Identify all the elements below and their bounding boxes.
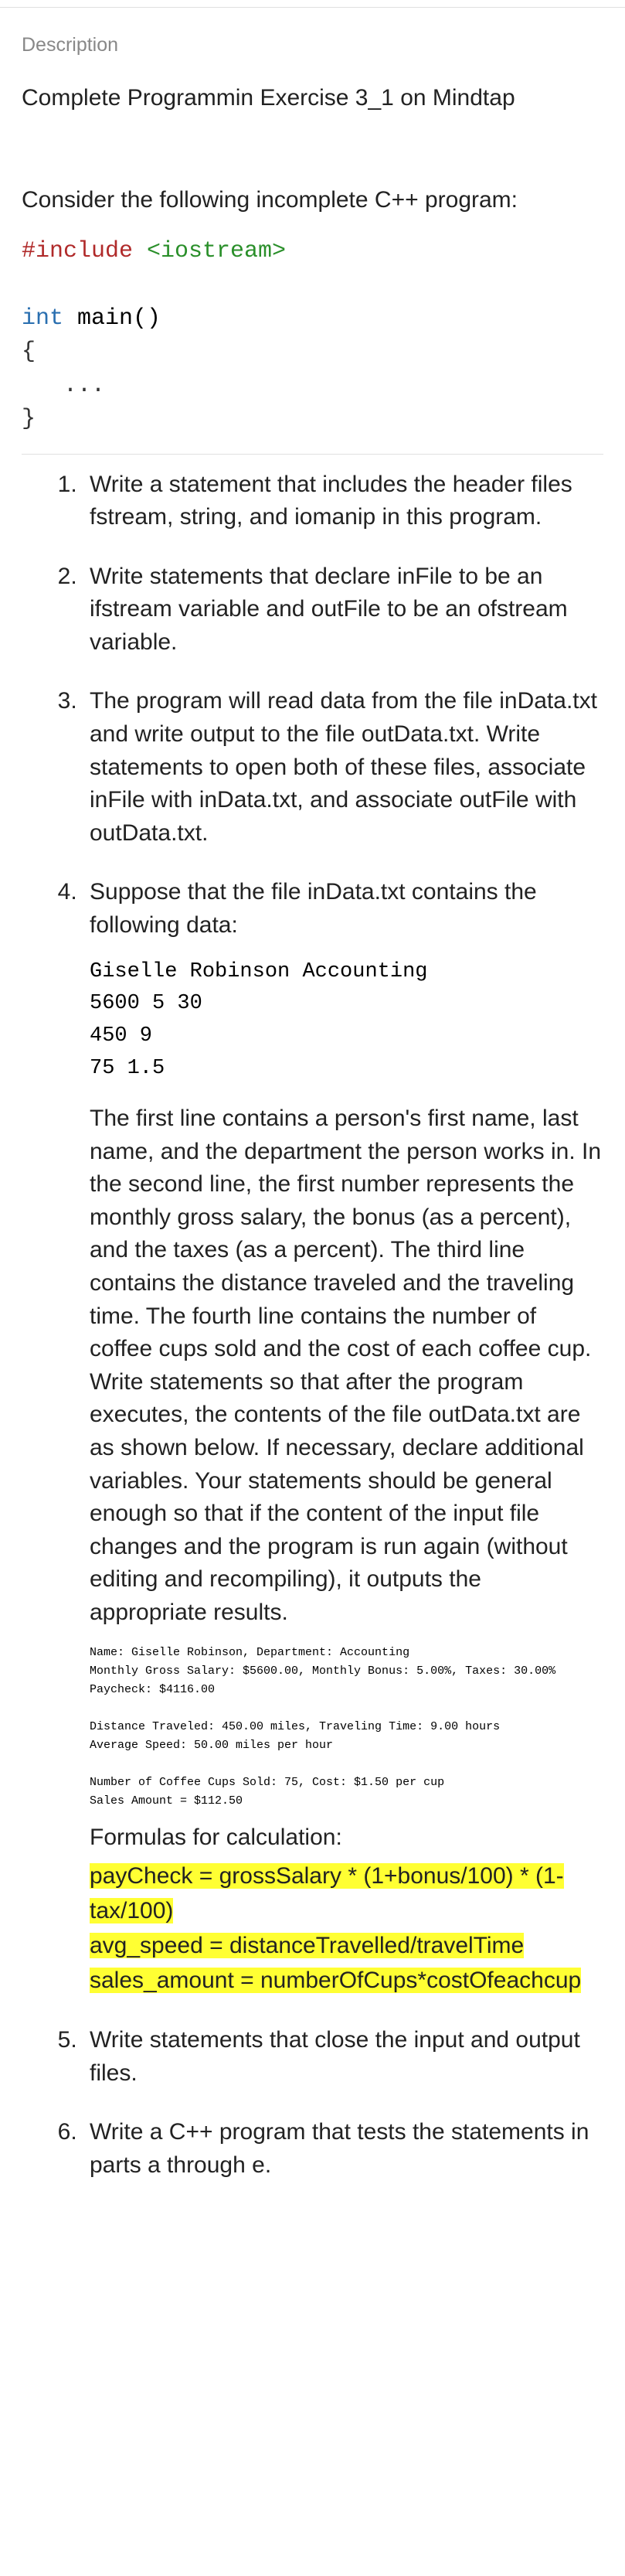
formula-sales: sales_amount = numberOfCups*costOfeachcu… xyxy=(90,1968,581,1993)
step-1-text: Write a statement that includes the head… xyxy=(90,472,572,530)
formula-avgspeed: avg_speed = distanceTravelled/travelTime xyxy=(90,1933,524,1958)
description-label: Description xyxy=(22,31,603,60)
indata-sample: Giselle Robinson Accounting 5600 5 30 45… xyxy=(90,956,603,1085)
content-container: Description Complete Programmin Exercise… xyxy=(0,8,625,2239)
code-ellipsis: ... xyxy=(22,373,105,399)
code-token-include: #include xyxy=(22,238,133,264)
assignment-intro: Complete Programmin Exercise 3_1 on Mind… xyxy=(22,82,603,114)
step-3-text: The program will read data from the file… xyxy=(90,688,597,845)
step-3: The program will read data from the file… xyxy=(83,685,603,850)
code-token-iostream: <iostream> xyxy=(133,238,286,264)
step-6-text: Write a C++ program that tests the state… xyxy=(90,2119,589,2178)
step-5-text: Write statements that close the input an… xyxy=(90,2027,580,2086)
code-token-main: main() xyxy=(63,305,161,332)
step-2: Write statements that declare inFile to … xyxy=(83,561,603,659)
step-5: Write statements that close the input an… xyxy=(83,2024,603,2090)
code-sample: #include <iostream> int main() { ... } xyxy=(22,235,603,437)
steps-list: Write a statement that includes the head… xyxy=(22,469,603,2182)
outdata-sample: Name: Giselle Robinson, Department: Acco… xyxy=(90,1644,603,1811)
step-6: Write a C++ program that tests the state… xyxy=(83,2116,603,2182)
program-prompt: Consider the following incomplete C++ pr… xyxy=(22,184,603,216)
formula-block: payCheck = grossSalary * (1+bonus/100) *… xyxy=(90,1859,603,1998)
formula-heading: Formulas for calculation: xyxy=(90,1821,603,1855)
code-brace-close: } xyxy=(22,406,36,432)
code-token-int: int xyxy=(22,305,63,332)
separator xyxy=(22,454,603,455)
step-4-body: The first line contains a person's first… xyxy=(90,1102,603,1630)
step-4: Suppose that the file inData.txt contain… xyxy=(83,876,603,1998)
step-2-text: Write statements that declare inFile to … xyxy=(90,564,568,655)
step-4-intro: Suppose that the file inData.txt contain… xyxy=(90,879,537,938)
code-brace-open: { xyxy=(22,339,36,365)
step-1: Write a statement that includes the head… xyxy=(83,469,603,534)
formula-paycheck: payCheck = grossSalary * (1+bonus/100) *… xyxy=(90,1863,564,1923)
top-divider xyxy=(0,0,625,8)
